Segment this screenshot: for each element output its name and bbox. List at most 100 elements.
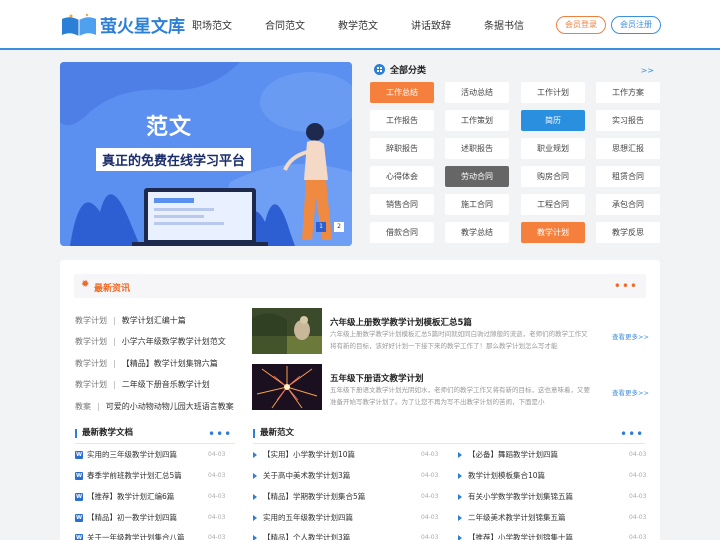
triangle-bullet-icon — [458, 472, 462, 479]
article-date: 04-03 — [629, 472, 647, 479]
doc-date: 04-03 — [208, 451, 226, 458]
category-tag[interactable]: 教学总结 — [445, 222, 509, 243]
category-tag[interactable]: 工作报告 — [370, 110, 434, 131]
category-tag[interactable]: 职业规划 — [521, 138, 585, 159]
doc-list-item[interactable]: W 【精品】初一教学计划四篇 — [75, 512, 177, 523]
see-more-link[interactable]: 查看更多>> — [612, 331, 649, 341]
book-logo-icon — [60, 13, 98, 37]
docs-more-dots-icon[interactable]: ••• — [208, 428, 232, 440]
category-tag[interactable]: 租赁合同 — [596, 166, 660, 187]
category-header: 全部分类 — [374, 63, 426, 76]
triangle-bullet-icon — [253, 451, 257, 458]
article-title[interactable]: 六年级上册数学教学计划模板汇总5篇 — [330, 316, 472, 328]
article-list-item[interactable]: 实用的五年级教学计划四篇 — [253, 512, 353, 523]
doc-date: 04-03 — [208, 472, 226, 479]
doc-list-item[interactable]: W 关于一年级教学计划集合八篇 — [75, 532, 185, 540]
category-tag[interactable]: 工作计划 — [521, 82, 585, 103]
article-date: 04-03 — [629, 451, 647, 458]
word-doc-icon: W — [75, 513, 83, 522]
latest-more-dots-icon[interactable]: ••• — [620, 428, 644, 440]
category-tag[interactable]: 承包合同 — [596, 194, 660, 215]
content-card: ✹ 最新资讯 ••• 教学计划 | 教学计划汇编十篇 教学计划 | 小学六年级数学教学计… — [60, 260, 660, 540]
article-desc: 五年级下册语文教学计划光阴如水，老师们的教学工作又将有新的目标，这也意味着，又要… — [330, 386, 590, 406]
word-doc-icon: W — [75, 533, 83, 540]
more-dots-icon[interactable]: ••• — [614, 280, 638, 292]
article-date: 04-03 — [629, 493, 647, 500]
category-tag[interactable]: 工程合同 — [521, 194, 585, 215]
latest-section-title: 最新范文 — [253, 429, 294, 438]
main-nav: 职场范文 合同范文 教学范文 讲话致辞 条据书信 — [192, 17, 557, 32]
article-date: 04-03 — [421, 493, 439, 500]
nav-item-speech[interactable]: 讲话致辞 — [411, 17, 451, 32]
news-list-item[interactable]: 教学计划 | 二年级下册音乐教学计划 — [75, 379, 210, 390]
article-list-item[interactable]: 【推荐】小学教学计划锦集十篇 — [458, 532, 573, 540]
doc-date: 04-03 — [208, 514, 226, 521]
register-button[interactable]: 会员注册 — [611, 16, 661, 34]
article-thumbnail[interactable] — [252, 364, 322, 410]
article-list-item[interactable]: 关于高中美术教学计划3篇 — [253, 470, 350, 481]
category-tag[interactable]: 活动总结 — [445, 82, 509, 103]
triangle-bullet-icon — [253, 534, 257, 540]
article-list-item[interactable]: 【精品】学期教学计划集合5篇 — [253, 491, 365, 502]
doc-list-item[interactable]: W 春季学前班教学计划汇总5篇 — [75, 470, 182, 481]
category-tag[interactable]: 教学计划 — [521, 222, 585, 243]
category-tag[interactable]: 工作总结 — [370, 82, 434, 103]
see-more-link[interactable]: 查看更多>> — [612, 387, 649, 397]
article-date: 04-03 — [421, 472, 439, 479]
news-list-item[interactable]: 教学计划 | 小学六年级数学教学计划范文 — [75, 336, 226, 347]
login-button[interactable]: 会员登录 — [556, 16, 606, 34]
category-tag[interactable]: 思想汇报 — [596, 138, 660, 159]
news-list-item[interactable]: 教学计划 | 【精品】教学计划集锦六篇 — [75, 358, 218, 369]
nav-item-letters[interactable]: 条据书信 — [484, 17, 524, 32]
article-date: 04-03 — [629, 534, 647, 540]
article-list-item[interactable]: 【必备】舞蹈教学计划四篇 — [458, 449, 558, 460]
nav-item-contract[interactable]: 合同范文 — [265, 17, 305, 32]
news-title: 最新资讯 — [94, 284, 131, 294]
category-tag[interactable]: 借款合同 — [370, 222, 434, 243]
article-date: 04-03 — [421, 451, 439, 458]
news-list-item[interactable]: 教学计划 | 教学计划汇编十篇 — [75, 315, 186, 326]
slide-dot-2[interactable]: 2 — [334, 222, 344, 232]
doc-list-item[interactable]: W 实用的三年级教学计划四篇 — [75, 449, 177, 460]
divider — [75, 443, 235, 444]
doc-date: 04-03 — [208, 534, 226, 540]
article-list-item[interactable]: 有关小学数学教学计划集锦五篇 — [458, 491, 573, 502]
category-tag[interactable]: 实习报告 — [596, 110, 660, 131]
category-tag[interactable]: 辞职报告 — [370, 138, 434, 159]
article-list-item[interactable]: 【精品】个人教学计划3篇 — [253, 532, 350, 540]
banner-subtitle: 真正的免费在线学习平台 — [96, 148, 252, 171]
category-tag[interactable]: 心得体会 — [370, 166, 434, 187]
category-tag[interactable]: 述职报告 — [445, 138, 509, 159]
hero-banner[interactable]: 范文 真正的免费在线学习平台 1 2 — [60, 62, 352, 246]
nav-item-teaching[interactable]: 教学范文 — [338, 17, 378, 32]
category-panel: 全部分类 >> 工作总结 活动总结 工作计划 工作方案 工作报告 工作策划 简历… — [364, 58, 660, 250]
nav-item-workplace[interactable]: 职场范文 — [192, 17, 232, 32]
triangle-bullet-icon — [458, 514, 462, 521]
triangle-bullet-icon — [253, 514, 257, 521]
article-list-item[interactable]: 教学计划模板集合10篇 — [458, 470, 545, 481]
category-tag[interactable]: 工作方案 — [596, 82, 660, 103]
doc-list-item[interactable]: W 【推荐】教学计划汇编6篇 — [75, 491, 174, 502]
word-doc-icon: W — [75, 492, 83, 501]
category-tag[interactable]: 施工合同 — [445, 194, 509, 215]
article-list-item[interactable]: 【实用】小学教学计划10篇 — [253, 449, 355, 460]
category-tag[interactable]: 销售合同 — [370, 194, 434, 215]
category-tag[interactable]: 工作策划 — [445, 110, 509, 131]
article-thumbnail[interactable] — [252, 308, 322, 354]
triangle-bullet-icon — [458, 451, 462, 458]
article-title[interactable]: 五年级下册语文教学计划 — [330, 372, 424, 384]
news-list-item[interactable]: 教案 | 可爱的小动物动物儿园大班语言教案 — [75, 401, 234, 412]
category-tag[interactable]: 简历 — [521, 110, 585, 131]
article-list-item[interactable]: 二年级美术教学计划锦集五篇 — [458, 512, 566, 523]
article-date: 04-03 — [421, 534, 439, 540]
logo-text: 萤火星文库 — [100, 17, 185, 37]
category-tag[interactable]: 教学反思 — [596, 222, 660, 243]
category-tag[interactable]: 劳动合同 — [445, 166, 509, 187]
news-header: ✹ 最新资讯 ••• — [74, 274, 646, 298]
slide-dot-1[interactable]: 1 — [316, 222, 326, 232]
category-more-link[interactable]: >> — [641, 66, 654, 75]
sun-icon: ✹ — [81, 279, 90, 290]
triangle-bullet-icon — [253, 493, 257, 500]
category-tag[interactable]: 购房合同 — [521, 166, 585, 187]
site-logo[interactable]: 萤火星文库 — [60, 12, 185, 37]
